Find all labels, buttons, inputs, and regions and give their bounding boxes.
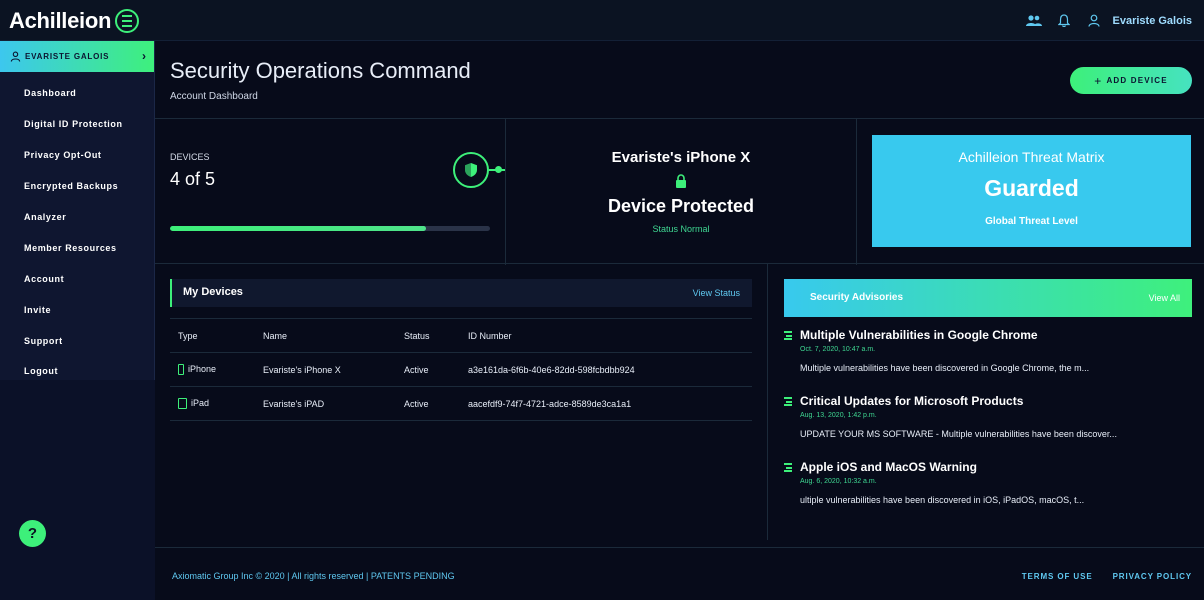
column-header-status: Status bbox=[396, 318, 460, 353]
advisory-title[interactable]: Critical Updates for Microsoft Products bbox=[800, 394, 1023, 408]
list-icon bbox=[784, 397, 792, 406]
sidebar-user-label: EVARISTE GALOIS bbox=[25, 52, 110, 61]
brand-logo[interactable]: Achilleion bbox=[9, 8, 111, 34]
devices-label: DEVICES bbox=[170, 152, 210, 162]
device-protection-status: Device Protected bbox=[607, 196, 755, 216]
sidebar-footer-area bbox=[0, 380, 155, 600]
security-advisories-section: Security Advisories View All Multiple Vu… bbox=[768, 264, 1204, 540]
threat-matrix-panel[interactable]: Achilleion Threat Matrix Guarded Global … bbox=[872, 135, 1191, 247]
devices-table: Type Name Status ID Number iPhone Evaris… bbox=[170, 318, 752, 421]
menu-icon[interactable] bbox=[115, 9, 139, 33]
sidebar-item-analyzer[interactable]: Analyzer bbox=[0, 202, 154, 233]
advisories-header: Security Advisories View All bbox=[784, 279, 1192, 317]
advisory-title[interactable]: Multiple Vulnerabilities in Google Chrom… bbox=[800, 328, 1038, 342]
device-id-cell: a3e161da-6f6b-40e6-82dd-598fcbdbb924 bbox=[460, 352, 752, 387]
lock-icon bbox=[676, 174, 686, 188]
sidebar-user-menu[interactable]: EVARISTE GALOIS › bbox=[0, 41, 154, 72]
my-devices-section: My Devices View Status Type Name Status … bbox=[155, 264, 768, 540]
sidebar-item-dashboard[interactable]: Dashboard bbox=[0, 78, 154, 109]
sidebar-item-account[interactable]: Account bbox=[0, 263, 154, 294]
device-status-note: Status Normal bbox=[652, 224, 710, 234]
advisories-title: Security Advisories bbox=[810, 292, 904, 303]
shield-icon bbox=[453, 152, 489, 188]
user-icon bbox=[10, 51, 21, 62]
advisory-date: Oct. 7, 2020, 10:47 a.m. bbox=[800, 346, 876, 353]
table-row[interactable]: iPad Evariste's iPAD Active aacefdf9-74f… bbox=[170, 386, 752, 421]
advisory-date: Aug. 6, 2020, 10:32 a.m. bbox=[800, 478, 877, 485]
advisory-date: Aug. 13, 2020, 1:42 p.m. bbox=[800, 412, 877, 419]
view-all-link[interactable]: View All bbox=[1149, 293, 1180, 303]
column-header-id-number: ID Number bbox=[460, 318, 752, 353]
advisory-item[interactable]: Multiple Vulnerabilities in Google Chrom… bbox=[784, 328, 1192, 388]
sidebar-item-digital-id-protection[interactable]: Digital ID Protection bbox=[0, 109, 154, 140]
list-icon bbox=[784, 331, 792, 340]
page-subtitle: Account Dashboard bbox=[170, 91, 258, 102]
advisory-item[interactable]: Critical Updates for Microsoft Products … bbox=[784, 394, 1192, 454]
users-icon[interactable] bbox=[1019, 0, 1049, 41]
column-header-name: Name bbox=[255, 318, 396, 353]
device-type-cell: iPhone bbox=[170, 352, 255, 387]
advisory-summary: ultiple vulnerabilities have been discov… bbox=[800, 495, 1085, 505]
top-bar: Achilleion Evariste Galois bbox=[0, 0, 1204, 41]
threat-level-label: Global Threat Level bbox=[985, 216, 1078, 227]
add-device-button[interactable]: + ADD DEVICE bbox=[1070, 67, 1192, 94]
table-row[interactable]: iPhone Evariste's iPhone X Active a3e161… bbox=[170, 352, 752, 387]
footer-links: TERMS OF USE PRIVACY POLICY bbox=[1002, 572, 1192, 581]
sidebar-item-privacy-opt-out[interactable]: Privacy Opt-Out bbox=[0, 140, 154, 171]
plus-icon: + bbox=[1094, 73, 1103, 88]
phone-icon bbox=[178, 364, 184, 376]
chevron-right-icon: › bbox=[142, 49, 146, 63]
main-content: Security Operations Command Account Dash… bbox=[155, 41, 1204, 600]
footer-copyright: Axiomatic Group Inc © 2020 | All rights … bbox=[172, 571, 455, 581]
sidebar: EVARISTE GALOIS › Dashboard Digital ID P… bbox=[0, 41, 155, 600]
device-type: iPad bbox=[191, 397, 210, 408]
sidebar-item-invite[interactable]: Invite bbox=[0, 294, 154, 325]
sidebar-item-encrypted-backups[interactable]: Encrypted Backups bbox=[0, 171, 154, 202]
privacy-policy-link[interactable]: PRIVACY POLICY bbox=[1113, 572, 1192, 581]
device-id-cell: aacefdf9-74f7-4721-adce-8589de3ca1a1 bbox=[460, 386, 752, 421]
list-icon bbox=[784, 463, 792, 472]
tablet-icon bbox=[178, 398, 187, 410]
terms-of-use-link[interactable]: TERMS OF USE bbox=[1022, 572, 1093, 581]
devices-progress-fill bbox=[170, 226, 426, 231]
top-user-name[interactable]: Evariste Galois bbox=[1113, 15, 1193, 27]
advisory-item[interactable]: Apple iOS and MacOS Warning Aug. 6, 2020… bbox=[784, 460, 1192, 520]
view-status-link[interactable]: View Status bbox=[693, 288, 740, 298]
threat-matrix-title: Achilleion Threat Matrix bbox=[958, 149, 1105, 165]
device-type-cell: iPad bbox=[170, 386, 255, 421]
device-name-cell: Evariste's iPhone X bbox=[255, 352, 396, 387]
advisory-summary: Multiple vulnerabilities have been disco… bbox=[800, 363, 1090, 373]
sidebar-item-member-resources[interactable]: Member Resources bbox=[0, 232, 154, 263]
device-name: Evariste's iPhone X bbox=[611, 149, 751, 166]
device-status-cell: Active bbox=[396, 352, 460, 387]
device-status-panel: Evariste's iPhone X Device Protected Sta… bbox=[505, 119, 857, 265]
advisory-summary: UPDATE YOUR MS SOFTWARE - Multiple vulne… bbox=[800, 429, 1117, 439]
column-header-type: Type bbox=[170, 318, 255, 353]
table-header-row: Type Name Status ID Number bbox=[170, 318, 752, 353]
sidebar-item-support[interactable]: Support bbox=[0, 325, 154, 356]
threat-level: Guarded bbox=[984, 175, 1079, 201]
devices-progress-bar bbox=[170, 226, 490, 231]
footer: Axiomatic Group Inc © 2020 | All rights … bbox=[155, 547, 1204, 600]
devices-count: 4 of 5 bbox=[170, 169, 216, 189]
bell-icon[interactable] bbox=[1049, 0, 1079, 41]
device-status-cell: Active bbox=[396, 386, 460, 421]
page-title: Security Operations Command bbox=[170, 58, 471, 83]
help-button[interactable]: ? bbox=[19, 520, 46, 547]
top-actions: Evariste Galois bbox=[1019, 0, 1204, 41]
stats-row: DEVICES 4 of 5 Evariste's iPhone X Devic… bbox=[155, 118, 1204, 265]
devices-summary: DEVICES 4 of 5 bbox=[155, 119, 505, 265]
my-devices-header: My Devices View Status bbox=[170, 279, 752, 307]
user-icon[interactable] bbox=[1079, 0, 1109, 41]
advisory-title[interactable]: Apple iOS and MacOS Warning bbox=[800, 460, 977, 474]
sidebar-nav: Dashboard Digital ID Protection Privacy … bbox=[0, 78, 154, 387]
connector-dot bbox=[495, 166, 502, 173]
device-type: iPhone bbox=[188, 363, 217, 374]
add-device-label: ADD DEVICE bbox=[1106, 76, 1168, 85]
device-name-cell: Evariste's iPAD bbox=[255, 386, 396, 421]
my-devices-title: My Devices bbox=[183, 286, 243, 298]
